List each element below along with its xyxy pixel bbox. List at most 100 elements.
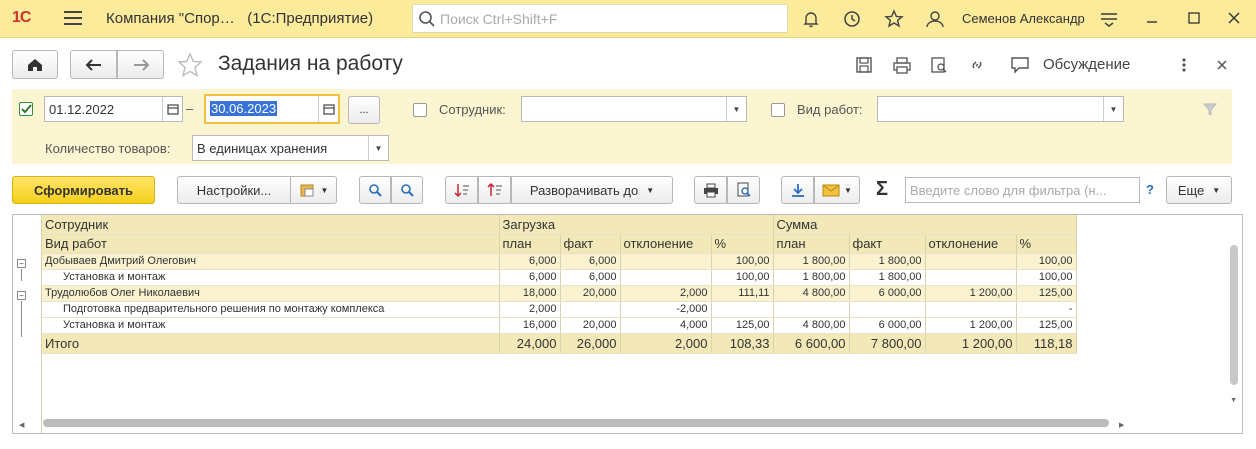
back-button[interactable] (70, 50, 117, 79)
settings-menu-icon[interactable] (1098, 8, 1120, 30)
period-checkbox[interactable] (19, 102, 33, 116)
row-label: Добываев Дмитрий Олегович (42, 253, 500, 270)
table-cell: 2,000 (499, 301, 561, 318)
close-window-icon[interactable] (1222, 6, 1246, 30)
help-link[interactable]: ? (1146, 182, 1154, 197)
employee-checkbox[interactable] (413, 103, 427, 117)
users-icon[interactable] (924, 8, 946, 30)
home-button[interactable] (12, 50, 58, 79)
more-vertical-icon[interactable] (1173, 54, 1195, 76)
horizontal-scrollbar[interactable] (43, 419, 1109, 427)
table-cell: 4,000 (620, 317, 712, 334)
minimize-icon[interactable] (1140, 6, 1164, 30)
chevron-down-icon[interactable]: ▼ (726, 97, 746, 121)
total-cell: 7 800,00 (849, 333, 926, 354)
expand-to-button[interactable]: Разворачивать до ▼ (511, 176, 673, 204)
print-button[interactable] (694, 176, 727, 204)
chevron-down-icon[interactable]: ▼ (1103, 97, 1123, 121)
grouping-tree: − − (13, 215, 42, 433)
group-row[interactable]: Добываев Дмитрий Олегович 6,000 6,000 100,0… (42, 253, 1077, 270)
table-cell (925, 253, 1017, 270)
qty-units-field[interactable]: В единицах хранения ▼ (192, 135, 389, 161)
collapse-group-icon[interactable]: − (17, 291, 26, 300)
global-search-input[interactable]: Поиск Ctrl+Shift+F (412, 4, 788, 33)
date-from-field[interactable]: 01.12.2022 (44, 96, 183, 122)
scroll-left-icon[interactable]: ◀ (19, 421, 24, 429)
row-label: Установка и монтаж (42, 317, 500, 334)
table-cell: 100,00 (1016, 253, 1077, 270)
find-next-button[interactable] (391, 176, 423, 204)
settings-button[interactable]: Настройки... (177, 176, 291, 204)
report-filter-input[interactable]: Введите слово для фильтра (н... (905, 177, 1140, 203)
generate-button[interactable]: Сформировать (12, 176, 155, 204)
column-header: план (773, 234, 850, 254)
vertical-scrollbar[interactable] (1230, 245, 1238, 385)
total-row: Итого 24,000 26,000 2,000 108,33 6 600,00 7 80… (42, 333, 1077, 354)
worktype-field[interactable]: ▼ (877, 96, 1124, 122)
envelope-icon (822, 184, 840, 197)
total-cell: 6 600,00 (773, 333, 850, 354)
column-header: отклонение (620, 234, 712, 254)
print-preview-button[interactable] (727, 176, 760, 204)
table-cell: 100,00 (711, 253, 774, 270)
report-spreadsheet[interactable]: − − Сотрудник Загрузка Сумма Вид работ план ф… (12, 214, 1243, 434)
more-button[interactable]: Еще ▼ (1166, 176, 1232, 204)
forward-button[interactable] (117, 50, 164, 79)
preview-icon[interactable] (928, 54, 950, 76)
table-cell: 111,11 (711, 285, 774, 302)
table-row[interactable]: Установка и монтаж 16,000 20,000 4,000 125,0… (42, 317, 1077, 334)
user-name[interactable]: Семенов Александр (962, 11, 1085, 26)
favorite-star-icon[interactable] (176, 52, 204, 81)
menu-icon[interactable] (64, 11, 82, 25)
table-cell: 18,000 (499, 285, 561, 302)
total-cell: 108,33 (711, 333, 774, 354)
table-cell: 4 800,00 (773, 317, 850, 334)
sum-icon[interactable]: Σ (876, 178, 888, 201)
link-icon[interactable] (966, 54, 988, 76)
worktype-checkbox[interactable] (771, 103, 785, 117)
discussion-link[interactable]: Обсуждение (1043, 56, 1130, 73)
variant-button[interactable]: ▼ (290, 176, 337, 204)
total-cell: 26,000 (560, 333, 621, 354)
sort-up-icon (486, 182, 502, 196)
table-row[interactable]: Установка и монтаж 6,000 6,000 100,00 1 800,… (42, 269, 1077, 286)
bell-icon[interactable] (800, 8, 822, 30)
select-period-button[interactable]: ... (348, 96, 380, 124)
save-file-button[interactable] (781, 176, 814, 204)
collapse-all-button[interactable] (445, 176, 478, 204)
group-row[interactable]: Трудолюбов Олег Николаевич 18,000 20,000 2,… (42, 285, 1077, 302)
close-form-icon[interactable] (1211, 54, 1233, 76)
discussion-icon[interactable] (1009, 54, 1031, 76)
maximize-icon[interactable] (1182, 6, 1206, 30)
save-icon[interactable] (853, 54, 875, 76)
collapse-group-icon[interactable]: − (17, 259, 26, 268)
column-header: план (499, 234, 561, 254)
calendar-icon[interactable] (318, 96, 338, 122)
history-icon[interactable] (841, 8, 863, 30)
employee-field[interactable]: ▼ (521, 96, 747, 122)
table-cell: 6 000,00 (849, 285, 926, 302)
row-label: Подготовка предварительного решения по м… (42, 301, 500, 318)
table-cell: - (1016, 301, 1077, 318)
expand-all-button[interactable] (478, 176, 511, 204)
chevron-down-icon[interactable]: ▼ (368, 136, 388, 160)
page-title: Задания на работу (218, 52, 403, 75)
table-cell: 125,00 (711, 317, 774, 334)
scroll-right-icon[interactable]: ▶ (1119, 421, 1124, 429)
table-row[interactable]: Подготовка предварительного решения по м… (42, 301, 1077, 318)
filter-icon[interactable] (1202, 101, 1218, 120)
column-header: Сотрудник (42, 215, 500, 235)
table-cell: 20,000 (560, 317, 621, 334)
find-button[interactable] (359, 176, 391, 204)
calendar-icon[interactable] (162, 97, 182, 121)
send-email-button[interactable]: ▼ (814, 176, 860, 204)
preview-icon (737, 182, 751, 197)
star-icon[interactable] (883, 8, 905, 30)
scroll-down-icon[interactable]: ▼ (1230, 397, 1237, 404)
table-cell: 16,000 (499, 317, 561, 334)
print-icon[interactable] (891, 54, 913, 76)
column-header: факт (849, 234, 926, 254)
date-to-field[interactable]: 30.06.2023 (204, 94, 340, 124)
filter-panel: 01.12.2022 – 30.06.2023 ... Сотрудник: ▼… (12, 89, 1232, 164)
checkmark-icon (21, 104, 32, 114)
